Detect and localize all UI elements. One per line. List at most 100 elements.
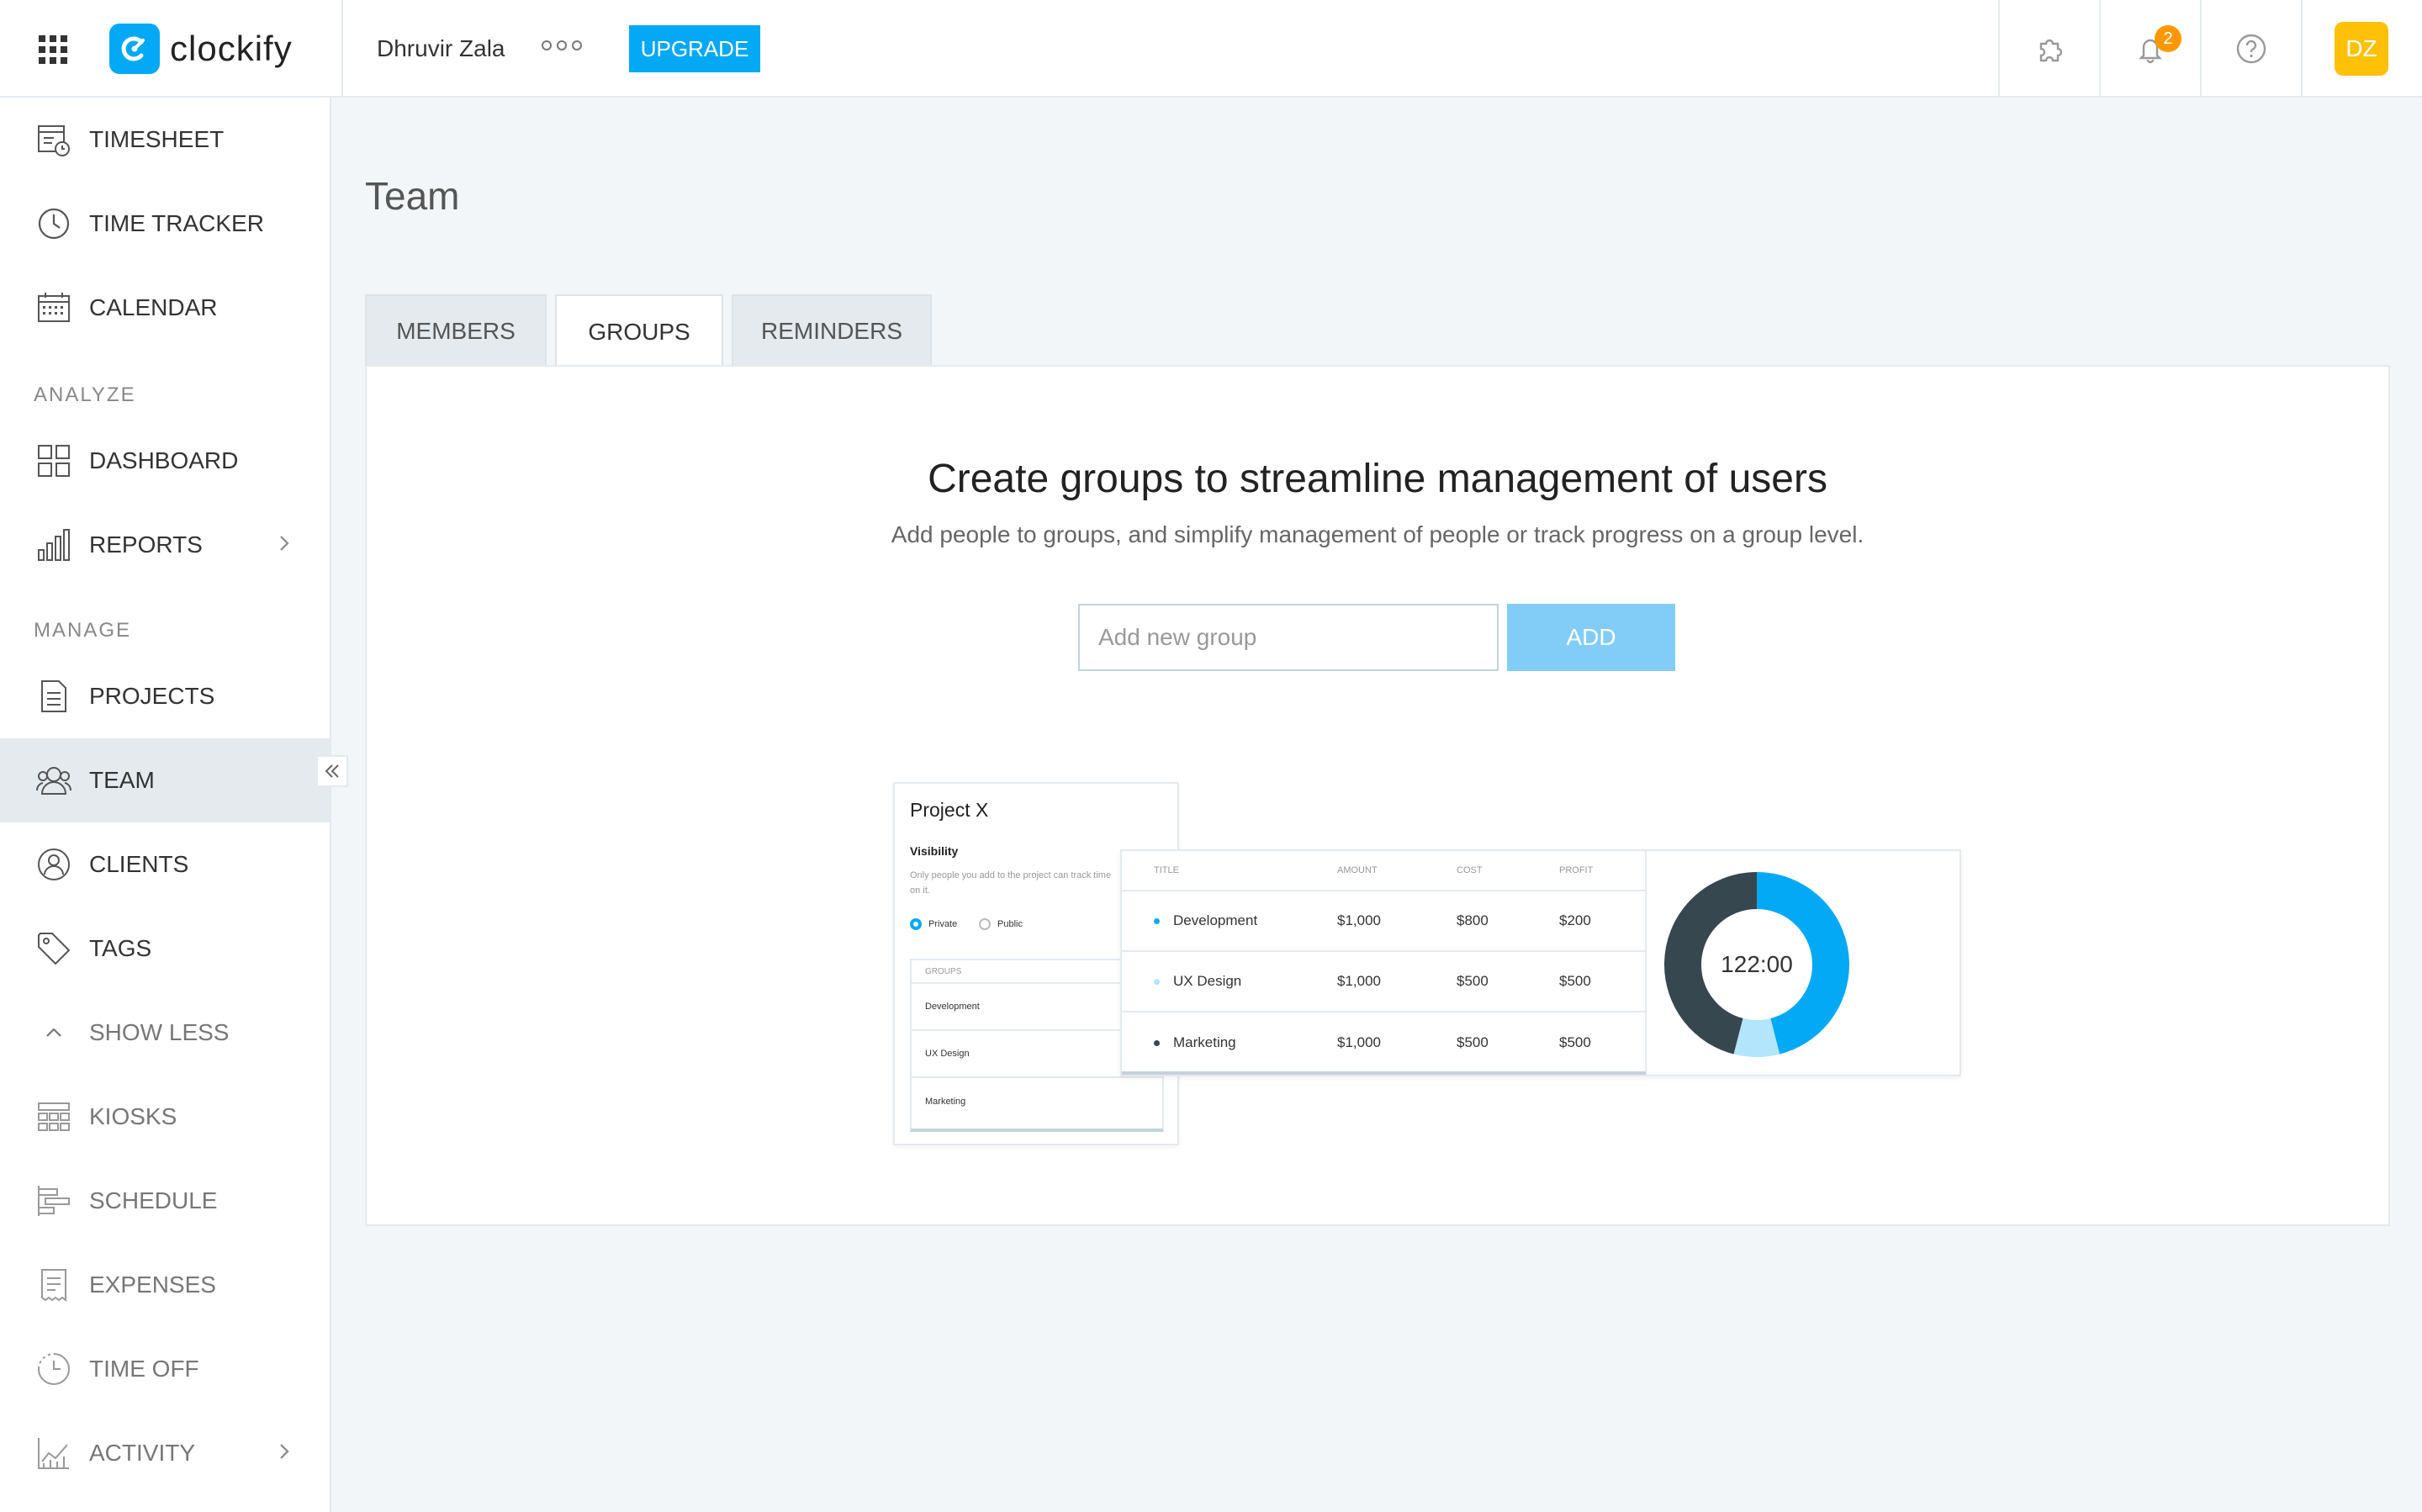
- sidebar-item-expenses[interactable]: EXPENSES: [0, 1243, 330, 1327]
- tab-reminders[interactable]: REMINDERS: [732, 294, 932, 367]
- avatar[interactable]: DZ: [2335, 22, 2388, 76]
- table-cell-title-text: Marketing: [1173, 1034, 1236, 1050]
- table-cell-title: UX Design: [1154, 973, 1241, 990]
- empty-state-headline: Create groups to streamline management o…: [928, 457, 1827, 501]
- help-button[interactable]: [2200, 0, 2301, 98]
- sidebar-item-label: TAGS: [89, 935, 152, 961]
- table-header-cell: TITLE: [1154, 865, 1179, 875]
- top-bar: clockify Dhruvir Zala UPGRADE 2 DZ: [0, 0, 2422, 98]
- notification-badge: 2: [2155, 25, 2181, 52]
- sidebar-item-schedule[interactable]: SCHEDULE: [0, 1159, 330, 1243]
- timesheet-icon: [35, 121, 72, 158]
- series-dot-icon: [1154, 917, 1160, 924]
- illustration-project-title: Project X: [910, 799, 989, 821]
- more-dots-icon[interactable]: [542, 40, 582, 50]
- integrations-button[interactable]: [1998, 0, 2099, 98]
- brand-name: clockify: [170, 29, 293, 68]
- sidebar-item-label: ACTIVITY: [89, 1440, 196, 1466]
- clock-icon: [35, 205, 72, 242]
- table-cell-title-text: UX Design: [1173, 973, 1242, 989]
- clients-icon: [35, 846, 72, 883]
- illustration-radio-private: Private: [910, 918, 957, 930]
- table-cell-title: Development: [1154, 912, 1257, 929]
- sidebar-item-dashboard[interactable]: DASHBOARD: [0, 419, 330, 503]
- schedule-icon: [35, 1182, 72, 1219]
- puzzle-icon: [2039, 39, 2063, 62]
- groups-panel: Create groups to streamline management o…: [365, 365, 2390, 1226]
- sidebar-item-reports[interactable]: REPORTS: [0, 503, 330, 587]
- tab-groups[interactable]: GROUPS: [555, 294, 723, 368]
- table-row: Development $1,000 $800 $200: [1122, 891, 1645, 952]
- upgrade-button[interactable]: UPGRADE: [629, 25, 760, 72]
- sidebar-item-time-tracker[interactable]: TIME TRACKER: [0, 182, 330, 266]
- apps-grid-icon[interactable]: [39, 35, 67, 64]
- illustration-radio-private-label: Private: [928, 919, 958, 929]
- add-group-input[interactable]: [1078, 604, 1499, 671]
- sidebar-item-projects[interactable]: PROJECTS: [0, 654, 330, 738]
- table-cell-profit: $500: [1559, 973, 1591, 989]
- empty-state-description: Add people to groups, and simplify manag…: [891, 521, 1864, 547]
- projects-icon: [35, 678, 72, 715]
- add-group-button[interactable]: ADD: [1507, 604, 1675, 671]
- sidebar-item-calendar[interactable]: CALENDAR: [0, 266, 330, 350]
- sidebar-item-label: PROJECTS: [89, 683, 215, 709]
- sidebar-item-label: SHOW LESS: [89, 1019, 230, 1045]
- illustration-visibility-desc: Only people you add to the project can t…: [910, 870, 1112, 896]
- sidebar-item-label: EXPENSES: [89, 1271, 216, 1298]
- reports-icon: [35, 526, 72, 563]
- sidebar: TIMESHEET TIME TRACKER CALENDAR ANALYZE …: [0, 98, 331, 1512]
- sidebar-item-time-off[interactable]: TIME OFF: [0, 1327, 330, 1411]
- table-cell-cost: $500: [1457, 973, 1489, 989]
- sidebar-item-label: TIME TRACKER: [89, 210, 264, 236]
- illustration-table-header: TITLE AMOUNT COST PROFIT: [1122, 851, 1645, 891]
- table-header-cell: PROFIT: [1559, 865, 1594, 875]
- sidebar-item-clients[interactable]: CLIENTS: [0, 822, 330, 907]
- sidebar-item-activity[interactable]: ACTIVITY: [0, 1411, 330, 1495]
- table-cell-amount: $1,000: [1337, 973, 1381, 989]
- workspace-user-name[interactable]: Dhruvir Zala: [341, 0, 505, 98]
- illustration-radio-public: Public: [979, 918, 1023, 930]
- help-icon: [2236, 34, 2266, 64]
- donut-center-label: 122:00: [1721, 951, 1793, 977]
- table-cell-cost: $800: [1457, 912, 1489, 928]
- table-row: Marketing $1,000 $500 $500: [1122, 1012, 1645, 1073]
- double-chevron-left-icon: [325, 764, 339, 778]
- sidebar-item-label: CALENDAR: [89, 294, 218, 320]
- table-row: UX Design $1,000 $500 $500: [1122, 952, 1645, 1012]
- sidebar-item-label: REPORTS: [89, 531, 203, 558]
- table-cell-profit: $200: [1559, 912, 1591, 928]
- table-header-cell: AMOUNT: [1337, 865, 1378, 875]
- sidebar-item-show-less[interactable]: SHOW LESS: [0, 991, 330, 1075]
- team-icon: [35, 762, 72, 799]
- table-header-cell: COST: [1457, 865, 1483, 875]
- sidebar-item-label: SCHEDULE: [89, 1187, 218, 1213]
- chevron-up-icon: [35, 1014, 72, 1051]
- chevron-right-icon: [276, 533, 293, 558]
- illustration-visibility-label: Visibility: [910, 844, 959, 858]
- series-dot-icon: [1154, 1039, 1160, 1046]
- brand-logo[interactable]: clockify: [109, 24, 293, 74]
- sidebar-item-tags[interactable]: TAGS: [0, 907, 330, 991]
- tab-members[interactable]: MEMBERS: [365, 294, 547, 367]
- table-cell-amount: $1,000: [1337, 912, 1381, 928]
- table-cell-title-text: Development: [1173, 912, 1258, 928]
- table-cell-amount: $1,000: [1337, 1034, 1381, 1050]
- radio-checked-icon: [910, 918, 922, 930]
- illustration-group-row: Marketing: [925, 1097, 966, 1107]
- illustration-report-card: TITLE AMOUNT COST PROFIT Development $1,…: [1120, 849, 1961, 1076]
- notifications-button[interactable]: 2: [2099, 0, 2200, 98]
- table-cell-title: Marketing: [1154, 1034, 1236, 1051]
- sidebar-item-label: DASHBOARD: [89, 447, 239, 473]
- calendar-icon: [35, 289, 72, 326]
- illustration-profit-table: TITLE AMOUNT COST PROFIT Development $1,…: [1122, 851, 1647, 1075]
- sidebar-item-kiosks[interactable]: KIOSKS: [0, 1075, 330, 1159]
- radio-unchecked-icon: [979, 918, 991, 930]
- sidebar-item-label: TIME OFF: [89, 1356, 199, 1382]
- collapse-sidebar-button[interactable]: [316, 755, 348, 787]
- illustration-radio-public-label: Public: [997, 919, 1023, 929]
- tag-icon: [35, 930, 72, 967]
- sidebar-item-timesheet[interactable]: TIMESHEET: [0, 98, 330, 182]
- section-label-manage: MANAGE: [34, 619, 132, 642]
- sidebar-item-label: TEAM: [89, 767, 155, 793]
- sidebar-item-team[interactable]: TEAM: [0, 738, 330, 822]
